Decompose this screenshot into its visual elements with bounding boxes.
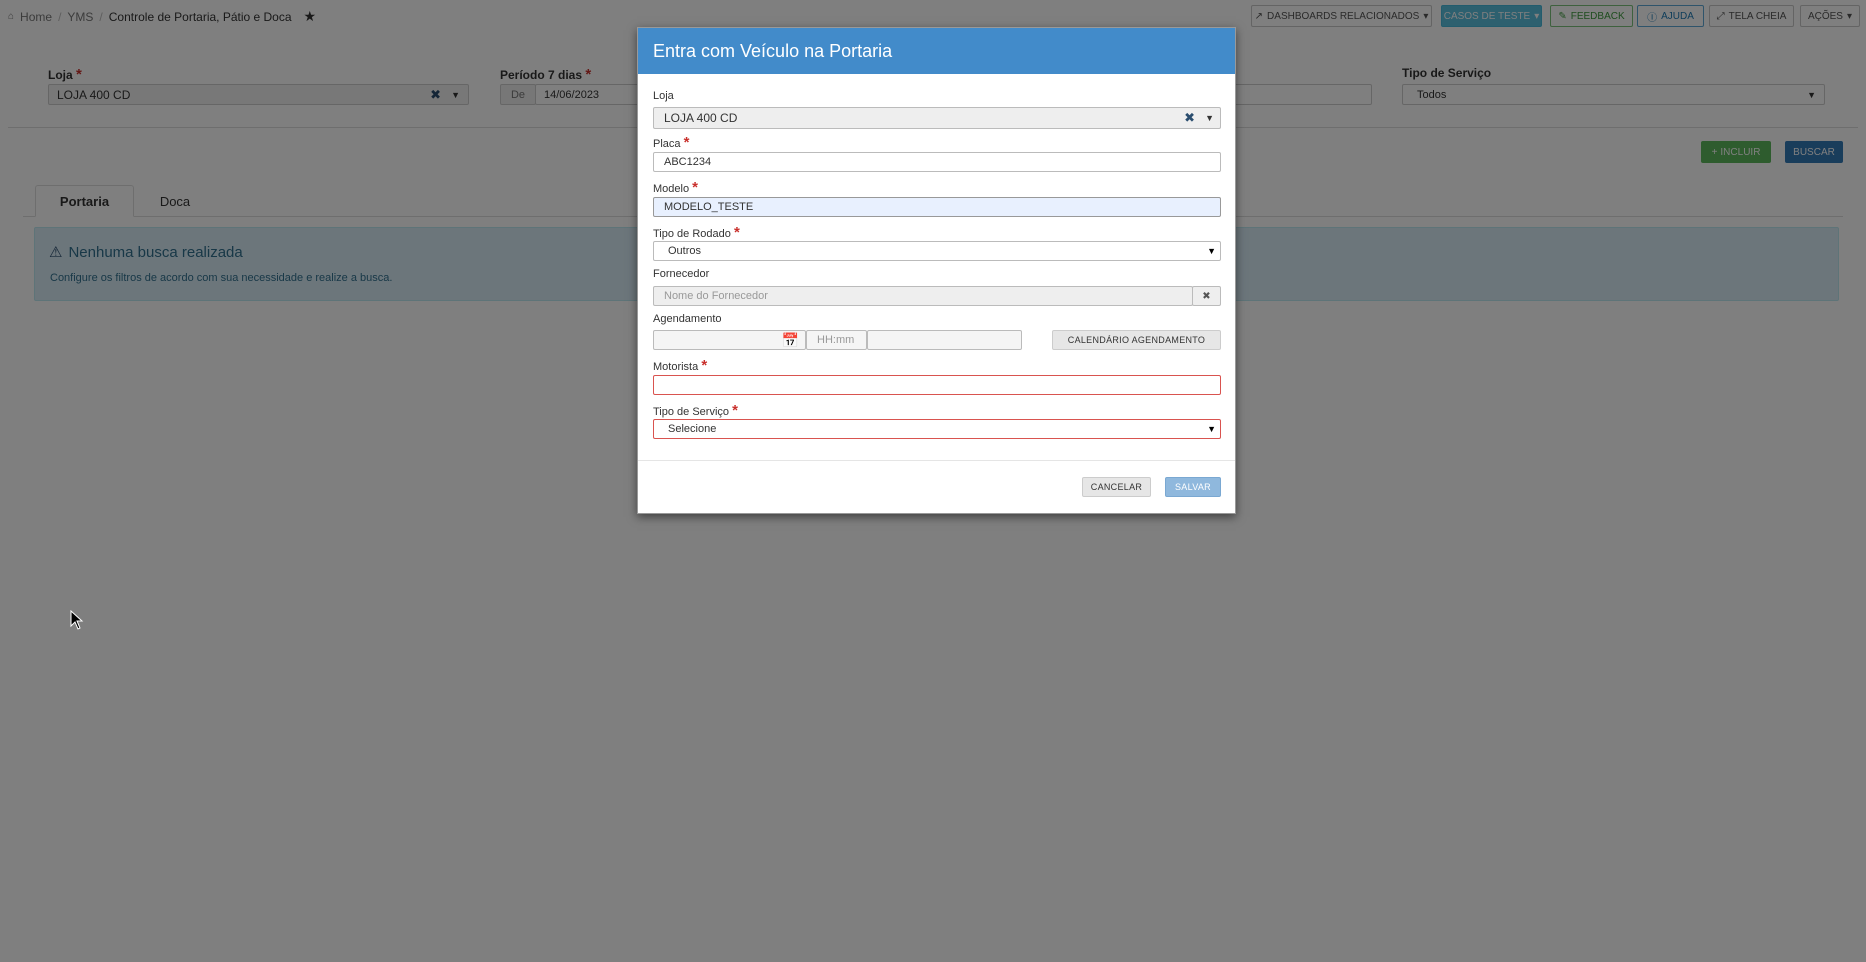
modal-motorista-input[interactable] bbox=[653, 375, 1221, 395]
modal-placa-value: ABC1234 bbox=[664, 156, 712, 168]
clear-icon[interactable]: ✖ bbox=[1184, 110, 1195, 126]
modal-fornecedor-placeholder: Nome do Fornecedor bbox=[664, 290, 768, 302]
modal-modelo-label: Modelo * bbox=[653, 179, 698, 196]
modal-agendamento-label: Agendamento bbox=[653, 313, 722, 325]
required-asterisk: * bbox=[733, 224, 740, 241]
modal-motorista-label-text: Motorista bbox=[653, 361, 699, 373]
vehicle-entry-modal: Entra com Veículo na Portaria Loja LOJA … bbox=[637, 27, 1236, 514]
cancel-button[interactable]: CANCELAR bbox=[1082, 477, 1151, 497]
modal-rodado-select[interactable]: Outros ▼ bbox=[653, 241, 1221, 261]
calendario-agendamento-button[interactable]: CALENDÁRIO AGENDAMENTO bbox=[1052, 330, 1221, 350]
modal-tipo-servico-label-text: Tipo de Serviço bbox=[653, 406, 730, 418]
calendario-agendamento-label: CALENDÁRIO AGENDAMENTO bbox=[1067, 335, 1206, 345]
modal-fornecedor-clear-button[interactable]: ✖ bbox=[1192, 286, 1221, 306]
modal-placa-input[interactable]: ABC1234 bbox=[653, 152, 1221, 172]
modal-modelo-value: MODELO_TESTE bbox=[664, 201, 754, 213]
save-button[interactable]: SALVAR bbox=[1165, 477, 1221, 497]
modal-agendamento-extra-input[interactable] bbox=[867, 330, 1022, 350]
modal-loja-value: LOJA 400 CD bbox=[664, 111, 738, 125]
calendar-icon[interactable]: 📅 bbox=[782, 332, 799, 349]
modal-fornecedor-label: Fornecedor bbox=[653, 268, 710, 280]
modal-placa-label: Placa * bbox=[653, 134, 689, 151]
required-asterisk: * bbox=[732, 402, 738, 419]
close-icon: ✖ bbox=[1202, 290, 1211, 302]
modal-modelo-input[interactable]: MODELO_TESTE bbox=[653, 197, 1221, 217]
modal-rodado-value: Outros bbox=[668, 245, 702, 257]
mouse-cursor-icon bbox=[70, 609, 84, 630]
required-asterisk: * bbox=[692, 179, 698, 196]
modal-rodado-label-text: Tipo de Rodado bbox=[653, 228, 731, 240]
chevron-down-icon[interactable]: ▼ bbox=[1205, 113, 1214, 123]
modal-tipo-servico-label: Tipo de Serviço * bbox=[653, 402, 738, 419]
chevron-down-icon: ▼ bbox=[1207, 246, 1216, 256]
modal-placa-label-text: Placa bbox=[653, 138, 681, 150]
modal-motorista-label: Motorista * bbox=[653, 357, 707, 374]
modal-rodado-label: Tipo de Rodado * bbox=[653, 224, 740, 241]
required-asterisk: * bbox=[683, 134, 690, 151]
cancel-label: CANCELAR bbox=[1090, 482, 1143, 492]
chevron-down-icon: ▼ bbox=[1207, 424, 1216, 434]
modal-tipo-servico-select[interactable]: Selecione ▼ bbox=[653, 419, 1221, 439]
save-label: SALVAR bbox=[1175, 482, 1211, 492]
modal-loja-label: Loja bbox=[653, 90, 674, 102]
modal-tipo-servico-value: Selecione bbox=[668, 423, 717, 435]
modal-agendamento-time-placeholder: HH:mm bbox=[817, 334, 855, 346]
modal-title: Entra com Veículo na Portaria bbox=[653, 40, 893, 61]
modal-agendamento-time-input[interactable]: HH:mm bbox=[806, 330, 867, 350]
required-asterisk: * bbox=[701, 357, 708, 374]
modal-modelo-label-text: Modelo bbox=[653, 183, 690, 195]
modal-footer-divider bbox=[638, 460, 1235, 461]
modal-loja-select[interactable]: LOJA 400 CD ✖ ▼ bbox=[653, 107, 1221, 129]
modal-agendamento-date-input[interactable]: 📅 bbox=[653, 330, 806, 350]
modal-header: Entra com Veículo na Portaria bbox=[638, 28, 1235, 74]
modal-fornecedor-input[interactable]: Nome do Fornecedor bbox=[653, 286, 1193, 306]
